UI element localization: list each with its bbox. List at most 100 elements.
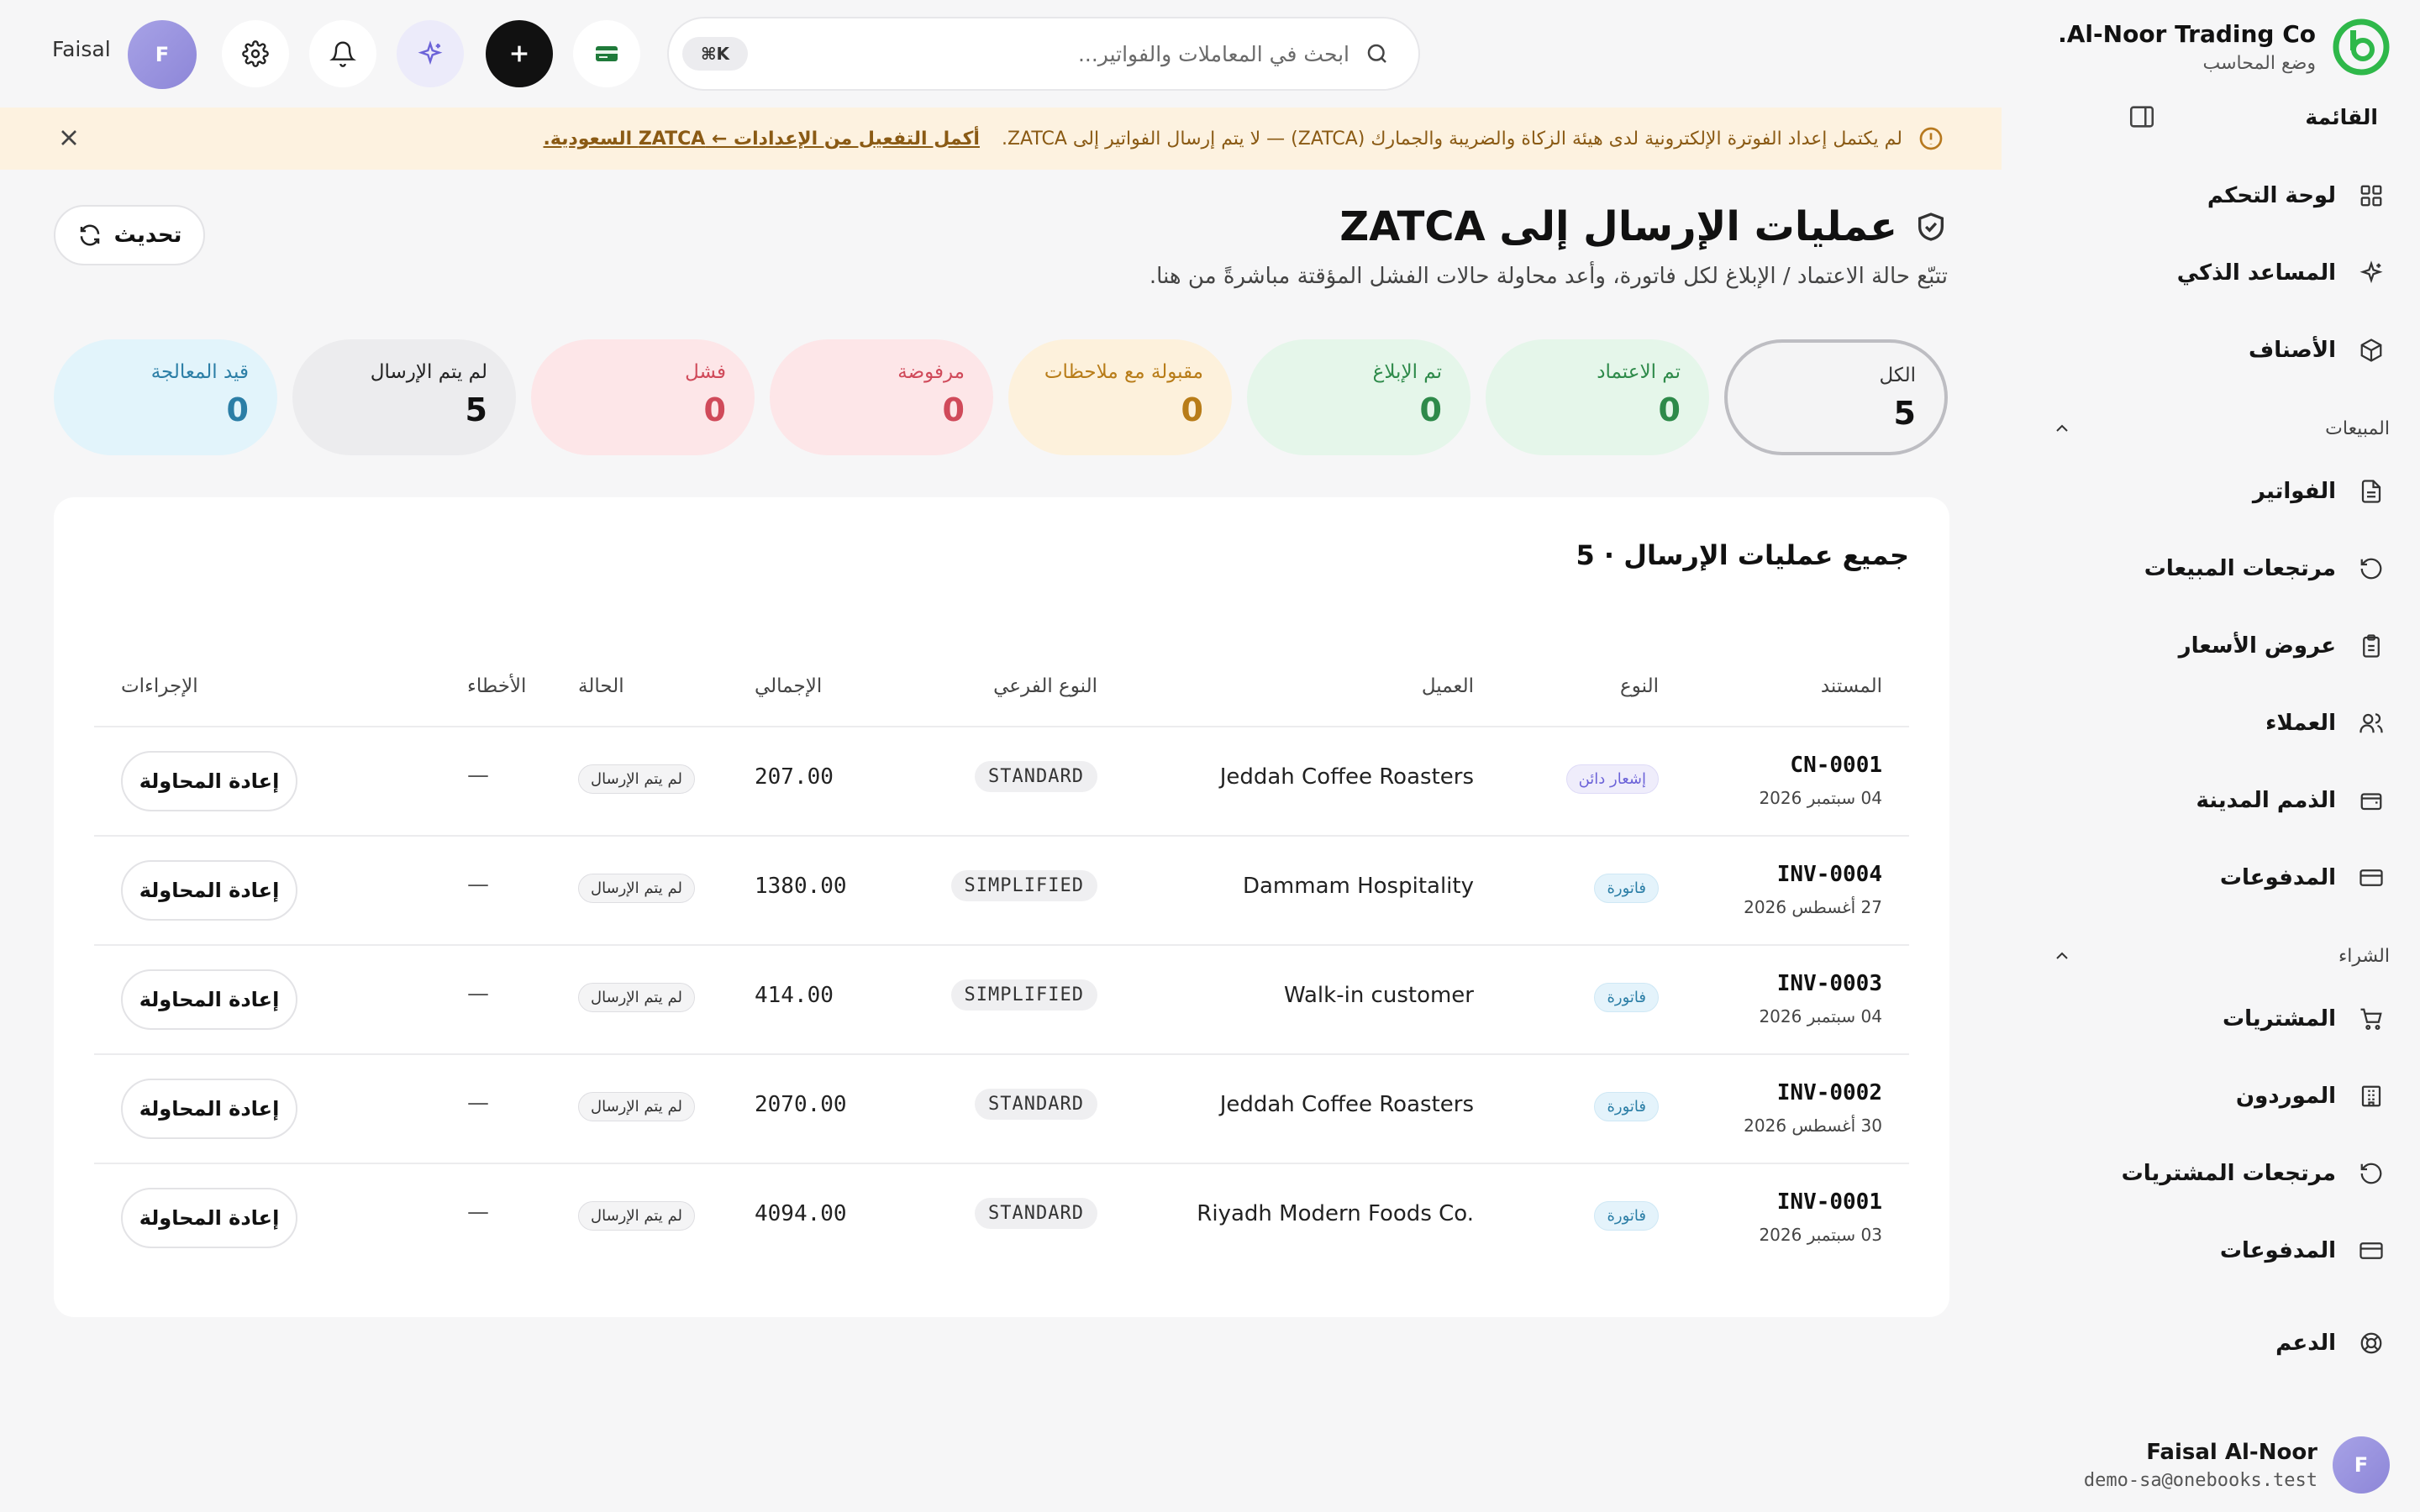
stat-reported[interactable]: تم الإبلاغ 0 <box>1247 339 1470 455</box>
stat-value: 0 <box>942 391 965 428</box>
col-document: المستند <box>1820 675 1882 697</box>
add-button[interactable] <box>486 20 553 87</box>
table-row[interactable]: INV-0001 03 سبتمبر 2026 فاتورة Riyadh Mo… <box>94 1164 1909 1273</box>
section-label: المبيعات <box>2325 417 2390 439</box>
submissions-card: جميع عمليات الإرسال · 5 المستند النوع ال… <box>54 497 1949 1317</box>
stat-cleared[interactable]: تم الاعتماد 0 <box>1486 339 1709 455</box>
sidebar-toggle-icon[interactable] <box>2128 102 2156 131</box>
errors-cell: — <box>467 981 489 1006</box>
type-badge: فاتورة <box>1594 1201 1659 1231</box>
payment-button[interactable] <box>573 20 640 87</box>
stat-all[interactable]: الكل 5 <box>1724 339 1948 455</box>
topbar-username: Faisal <box>52 37 111 61</box>
stat-processing[interactable]: قيد المعالجة 0 <box>54 339 277 455</box>
customer-name: Jeddah Coffee Roasters <box>1219 764 1474 790</box>
subtype-badge: SIMPLIFIED <box>950 870 1097 901</box>
sidebar-item-label: الموردون <box>2235 1084 2336 1109</box>
submissions-table: المستند النوع العميل النوع الفرعي الإجما… <box>94 664 1909 1273</box>
sidebar-item-quotes[interactable]: عروض الأسعار <box>2032 620 2390 672</box>
sidebar-item-invoices[interactable]: الفواتير <box>2032 465 2390 517</box>
subtype-badge: STANDARD <box>975 1198 1097 1229</box>
sidebar-item-suppliers[interactable]: الموردون <box>2032 1070 2390 1122</box>
sidebar-item-purchases[interactable]: المشتريات <box>2032 993 2390 1045</box>
sidebar-section-purchases[interactable]: الشراء <box>2032 937 2390 974</box>
sidebar-item-items[interactable]: الأصناف <box>2032 324 2390 376</box>
retry-button[interactable]: إعادة المحاولة <box>121 1188 297 1248</box>
status-badge: لم يتم الإرسال <box>578 1201 695 1231</box>
cart-icon <box>2354 1002 2388 1036</box>
sparkles-icon <box>2354 256 2388 290</box>
sidebar-item-purchase-payments[interactable]: المدفوعات <box>2032 1225 2390 1277</box>
avatar[interactable]: F <box>128 20 197 89</box>
type-badge: إشعار دائن <box>1565 764 1659 794</box>
clipboard-icon <box>2354 629 2388 663</box>
retry-button[interactable]: إعادة المحاولة <box>121 969 297 1030</box>
type-badge: فاتورة <box>1594 874 1659 903</box>
chevron-up-icon <box>2056 424 2068 432</box>
sidebar-item-receivables[interactable]: الذمم المدينة <box>2032 774 2390 827</box>
sidebar: Al-Noor Trading Co. وضع المحاسب القائمة … <box>2002 0 2420 1512</box>
sidebar-item-label: مرتجعات المبيعات <box>2144 556 2336 581</box>
search-icon <box>1367 44 1386 63</box>
document-number[interactable]: INV-0002 <box>1777 1080 1882 1105</box>
avatar: F <box>2333 1436 2390 1494</box>
retry-button[interactable]: إعادة المحاولة <box>121 1079 297 1139</box>
stat-accepted-with-warnings[interactable]: مقبولة مع ملاحظات 0 <box>1008 339 1232 455</box>
banner-text: لم يكتمل إعداد الفوترة الإلكترونية لدى ه… <box>1001 128 1902 150</box>
ai-assistant-button[interactable] <box>397 20 464 87</box>
total-amount: 1380.00 <box>755 874 847 899</box>
sidebar-item-label: المساعد الذكي <box>2176 260 2336 286</box>
sidebar-item-purchase-returns[interactable]: مرتجعات المشتريات <box>2032 1147 2390 1200</box>
sidebar-item-label: الفواتير <box>2252 479 2336 504</box>
document-number[interactable]: INV-0003 <box>1777 971 1882 996</box>
retry-button[interactable]: إعادة المحاولة <box>121 751 297 811</box>
sidebar-item-dashboard[interactable]: لوحة التحكم <box>2032 170 2390 222</box>
table-row[interactable]: INV-0002 30 أغسطس 2026 فاتورة Jeddah Cof… <box>94 1055 1909 1164</box>
banner-settings-link[interactable]: أكمل التفعيل من الإعدادات ← ZATCA السعود… <box>544 129 980 150</box>
stat-rejected[interactable]: مرفوضة 0 <box>770 339 993 455</box>
zatca-warning-banner: لم يكتمل إعداد الفوترة الإلكترونية لدى ه… <box>0 108 2002 170</box>
sidebar-item-label: المدفوعات <box>2219 865 2336 890</box>
sidebar-section-sales[interactable]: المبيعات <box>2032 410 2390 447</box>
stat-label: لم يتم الإرسال <box>370 361 487 383</box>
table-row[interactable]: INV-0003 04 سبتمبر 2026 فاتورة Walk-in c… <box>94 946 1909 1055</box>
col-type: النوع <box>1620 675 1659 697</box>
brand[interactable]: Al-Noor Trading Co. وضع المحاسب <box>2058 17 2390 77</box>
notifications-button[interactable] <box>309 20 376 87</box>
customer-name: Jeddah Coffee Roasters <box>1219 1092 1474 1117</box>
section-label: الشراء <box>2338 945 2390 967</box>
user-name: Faisal Al-Noor <box>2146 1439 2317 1465</box>
sidebar-item-sales-returns[interactable]: مرتجعات المبيعات <box>2032 543 2390 595</box>
refresh-button[interactable]: تحديث <box>54 205 205 265</box>
retry-button[interactable]: إعادة المحاولة <box>121 860 297 921</box>
search-input[interactable]: ابحث في المعاملات والفواتير... ⌘K <box>667 17 1420 91</box>
document-date: 30 أغسطس 2026 <box>1744 1116 1882 1136</box>
box-icon <box>2354 333 2388 367</box>
dashboard-icon <box>2354 179 2388 213</box>
document-number[interactable]: INV-0004 <box>1777 862 1882 887</box>
document-number[interactable]: CN-0001 <box>1790 753 1882 778</box>
close-icon[interactable] <box>55 124 82 151</box>
sidebar-item-label: العملاء <box>2265 711 2336 736</box>
refresh-label: تحديث <box>113 223 182 248</box>
user-email: demo-sa@onebooks.test <box>2083 1469 2317 1491</box>
stat-not-submitted[interactable]: لم يتم الإرسال 5 <box>292 339 516 455</box>
sidebar-item-sales-payments[interactable]: المدفوعات <box>2032 852 2390 904</box>
sidebar-item-customers[interactable]: العملاء <box>2032 697 2390 749</box>
sidebar-item-ai-assistant[interactable]: المساعد الذكي <box>2032 247 2390 299</box>
table-row[interactable]: INV-0004 27 أغسطس 2026 فاتورة Dammam Hos… <box>94 837 1909 946</box>
table-row[interactable]: CN-0001 04 سبتمبر 2026 إشعار دائن Jeddah… <box>94 727 1909 837</box>
page-header: عمليات الإرسال إلى ZATCA <box>1339 203 1948 250</box>
stat-label: مقبولة مع ملاحظات <box>1044 361 1203 383</box>
settings-button[interactable] <box>222 20 289 87</box>
rotate-ccw-icon <box>2354 552 2388 585</box>
stat-failed[interactable]: فشل 0 <box>531 339 755 455</box>
user-profile[interactable]: F Faisal Al-Noor demo-sa@onebooks.test <box>2084 1436 2390 1494</box>
subtype-badge: STANDARD <box>975 1089 1097 1120</box>
stat-value: 0 <box>1181 391 1203 428</box>
status-badge: لم يتم الإرسال <box>578 874 695 903</box>
page-title: عمليات الإرسال إلى ZATCA <box>1339 203 1897 250</box>
sidebar-item-support[interactable]: الدعم <box>2032 1317 2390 1369</box>
document-number[interactable]: INV-0001 <box>1777 1189 1882 1215</box>
customer-name: Riyadh Modern Foods Co. <box>1197 1201 1474 1226</box>
